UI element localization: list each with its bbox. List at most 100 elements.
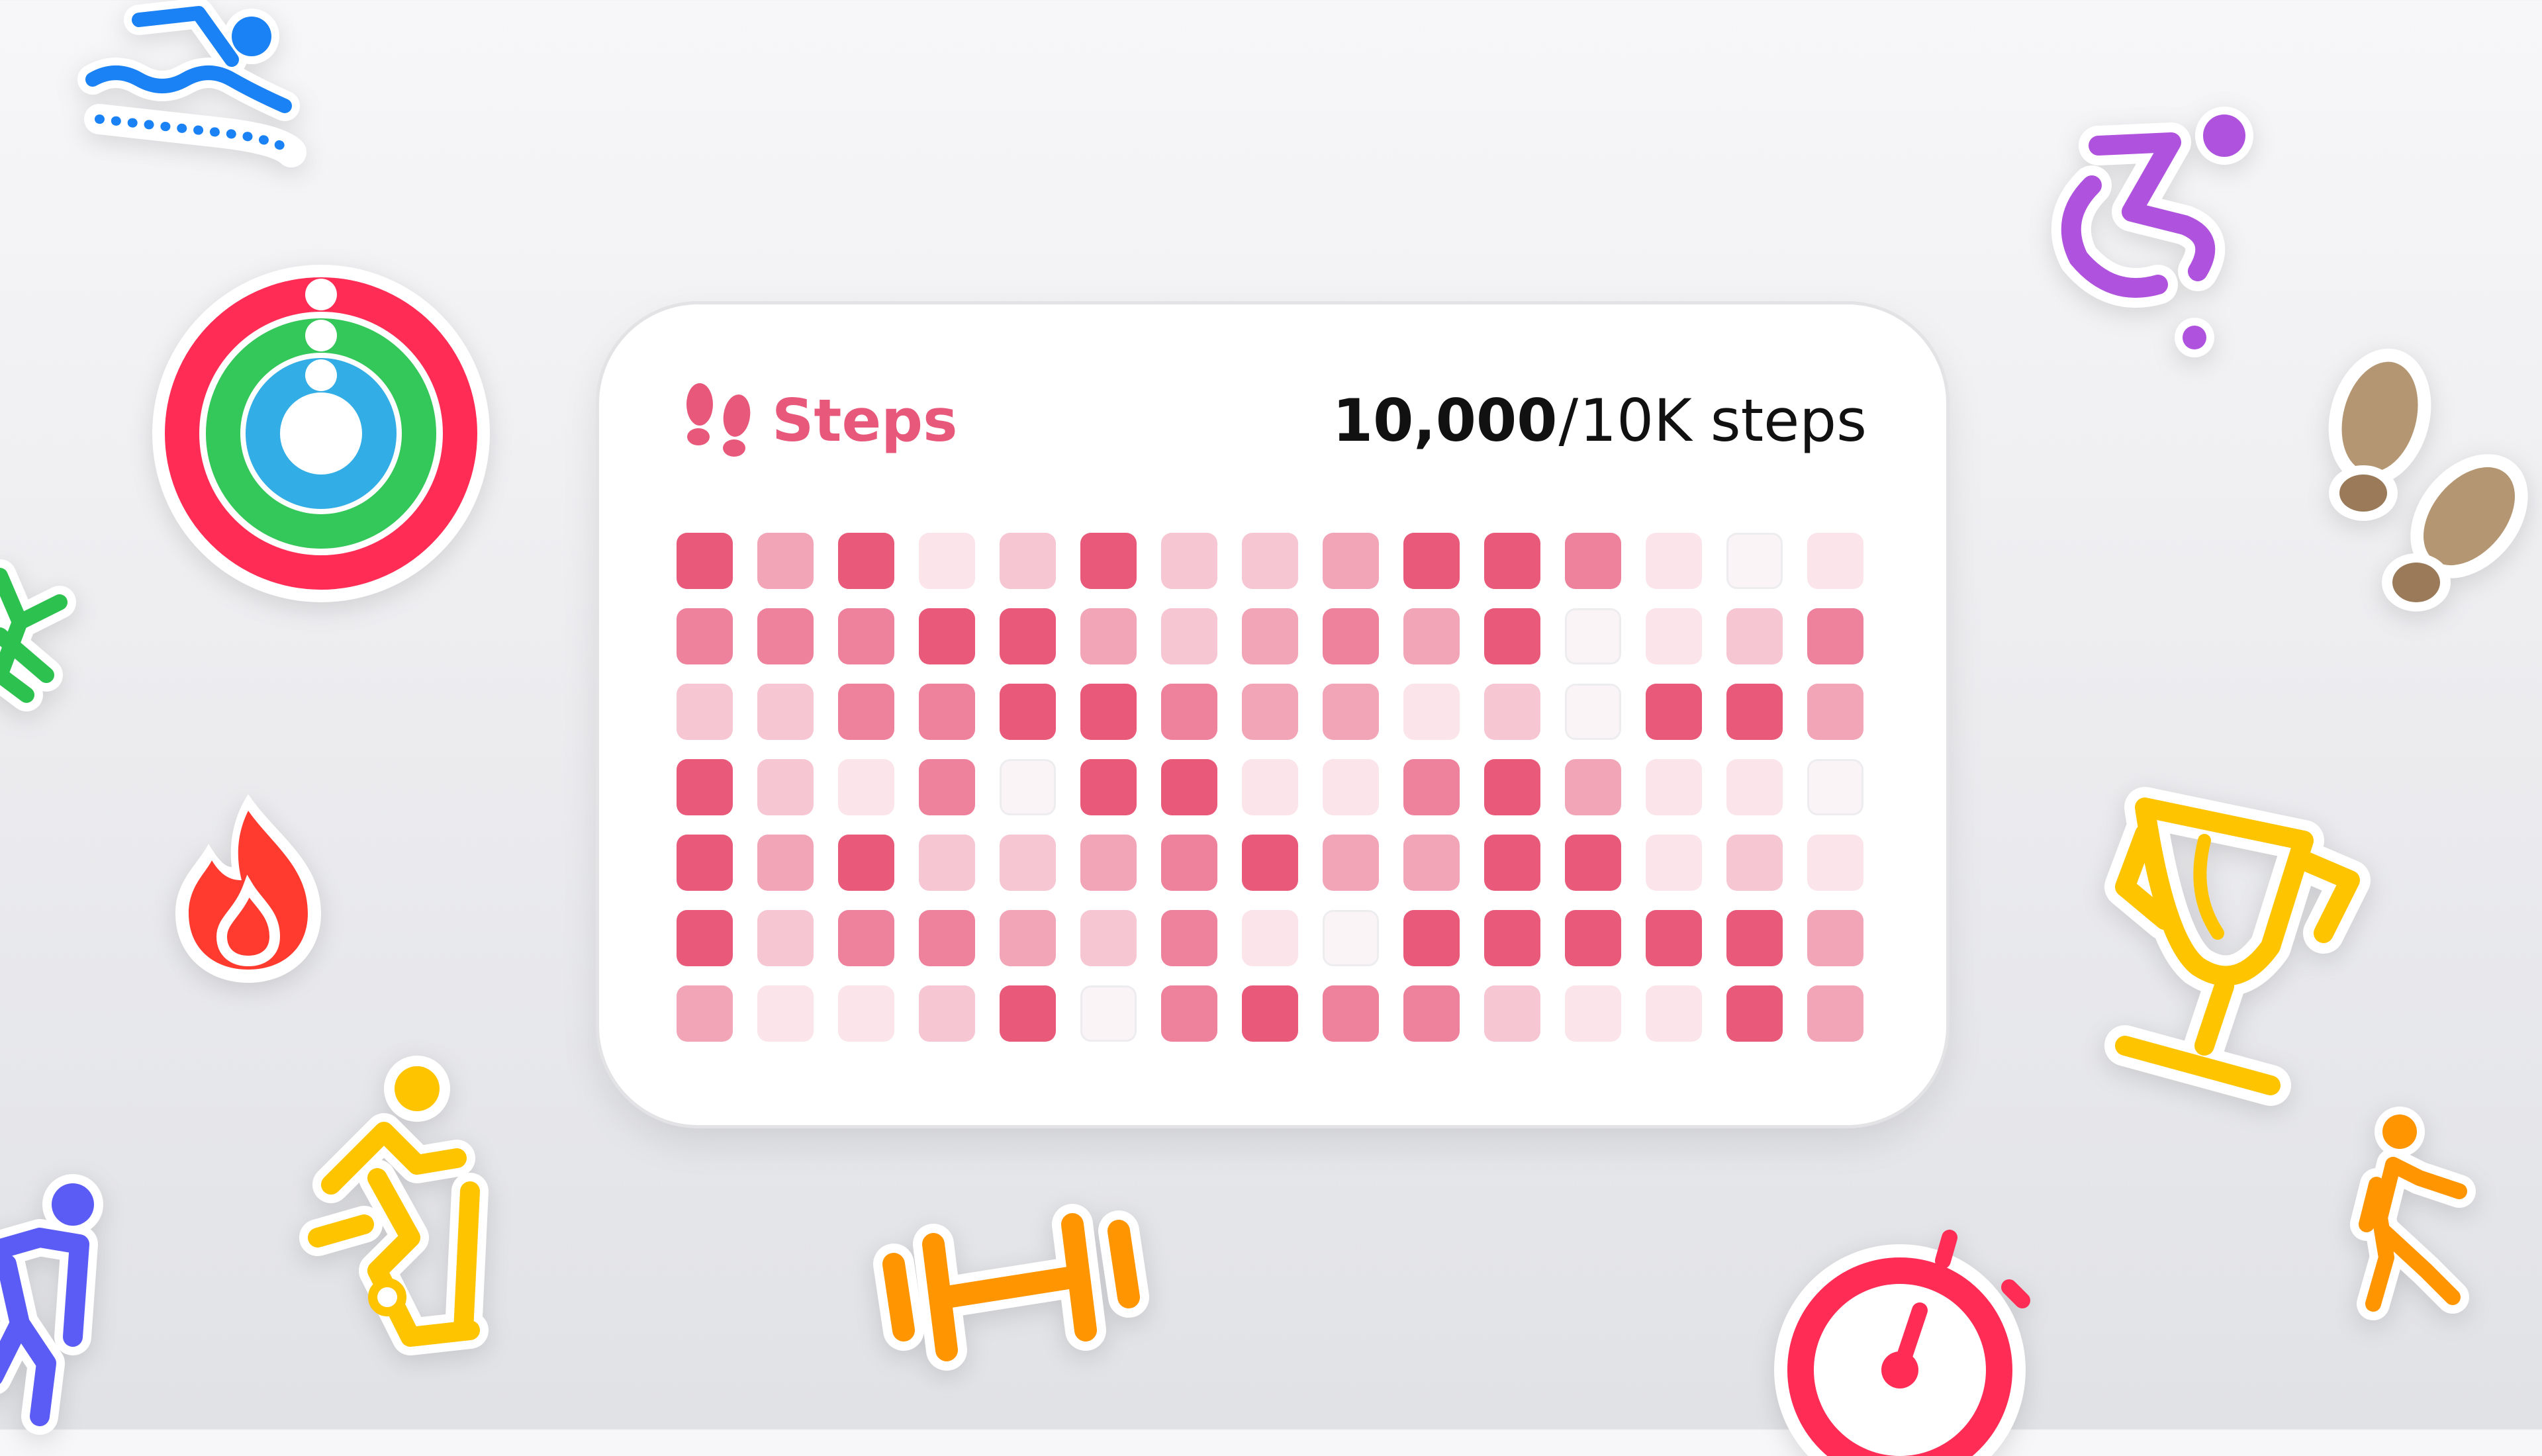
heatmap-cell — [1646, 910, 1702, 966]
heatmap-cell — [1484, 985, 1540, 1042]
heatmap-cell — [677, 608, 733, 664]
widget-title: Steps — [772, 386, 958, 455]
heatmap-cell — [1242, 759, 1298, 815]
heatmap-cell — [838, 910, 894, 966]
heatmap-cell — [1646, 608, 1702, 664]
running-icon — [0, 523, 86, 721]
heatmap-cell — [919, 985, 975, 1042]
steps-heatmap — [677, 533, 1863, 1042]
heatmap-cell — [1323, 608, 1379, 664]
heatmap-cell — [1323, 684, 1379, 740]
swimming-icon — [66, 0, 318, 172]
heatmap-cell — [677, 533, 733, 589]
heatmap-cell — [1807, 608, 1863, 664]
heatmap-cell — [1403, 985, 1460, 1042]
heatmap-cell — [1000, 910, 1056, 966]
goal-steps: 10K steps — [1579, 386, 1867, 455]
heatmap-cell — [757, 533, 814, 589]
heatmap-cell — [1646, 684, 1702, 740]
heatmap-cell — [1807, 759, 1863, 815]
heatmap-cell — [1726, 608, 1783, 664]
heatmap-cell — [1161, 759, 1217, 815]
heatmap-cell — [1403, 759, 1460, 815]
heatmap-cell — [919, 759, 975, 815]
heatmap-cell — [1000, 608, 1056, 664]
heatmap-cell — [1242, 684, 1298, 740]
stationary-bike-icon — [278, 1052, 503, 1363]
heatmap-cell — [1726, 835, 1783, 891]
heatmap-cell — [1080, 533, 1137, 589]
heatmap-cell — [757, 835, 814, 891]
step-count: 10,000/10K steps — [1333, 384, 1867, 457]
heatmap-cell — [1323, 533, 1379, 589]
heatmap-cell — [1565, 684, 1621, 740]
heatmap-cell — [838, 835, 894, 891]
heatmap-cell — [919, 533, 975, 589]
heatmap-cell — [838, 533, 894, 589]
heatmap-cell — [1242, 985, 1298, 1042]
heatmap-cell — [1242, 835, 1298, 891]
heatmap-cell — [1807, 910, 1863, 966]
heatmap-cell — [1646, 985, 1702, 1042]
heatmap-cell — [1403, 533, 1460, 589]
heatmap-cell — [1000, 835, 1056, 891]
heatmap-cell — [919, 608, 975, 664]
steps-widget[interactable]: Steps 10,000/10K steps — [599, 304, 1946, 1125]
heatmap-cell — [677, 684, 733, 740]
heatmap-cell — [1080, 835, 1137, 891]
heatmap-cell — [757, 910, 814, 966]
heatmap-cell — [1000, 533, 1056, 589]
heatmap-cell — [1080, 759, 1137, 815]
heatmap-cell — [1646, 533, 1702, 589]
heatmap-cell — [1323, 910, 1379, 966]
heatmap-cell — [919, 835, 975, 891]
heatmap-cell — [919, 910, 975, 966]
hiking-icon — [0, 1165, 132, 1435]
heatmap-cell — [838, 608, 894, 664]
heatmap-cell — [1565, 985, 1621, 1042]
heatmap-cell — [838, 985, 894, 1042]
heatmap-cell — [1323, 985, 1379, 1042]
heatmap-cell — [1403, 684, 1460, 740]
heatmap-cell — [1161, 835, 1217, 891]
heatmap-cell — [1000, 985, 1056, 1042]
heatmap-cell — [1161, 684, 1217, 740]
heatmap-cell — [757, 684, 814, 740]
heatmap-cell — [1565, 608, 1621, 664]
heatmap-cell — [1484, 910, 1540, 966]
heatmap-cell — [1565, 759, 1621, 815]
heatmap-cell — [1726, 759, 1783, 815]
heatmap-cell — [757, 608, 814, 664]
heatmap-cell — [1000, 759, 1056, 815]
footprints-icon — [2317, 348, 2529, 629]
heatmap-cell — [1323, 759, 1379, 815]
heatmap-cell — [1484, 533, 1540, 589]
heatmap-cell — [1807, 985, 1863, 1042]
heatmap-cell — [1726, 985, 1783, 1042]
flame-icon — [169, 788, 328, 986]
heatmap-cell — [1161, 608, 1217, 664]
heatmap-cell — [1726, 684, 1783, 740]
wheelchair-icon — [2046, 106, 2257, 357]
heatmap-cell — [677, 985, 733, 1042]
heatmap-cell — [677, 910, 733, 966]
heatmap-cell — [1726, 533, 1783, 589]
heatmap-cell — [677, 835, 733, 891]
heatmap-cell — [1403, 910, 1460, 966]
heatmap-cell — [1565, 910, 1621, 966]
heatmap-cell — [1080, 608, 1137, 664]
widget-title-group: Steps — [679, 381, 958, 459]
current-steps: 10,000 — [1332, 386, 1558, 455]
heatmap-cell — [1484, 684, 1540, 740]
heatmap-cell — [1080, 910, 1137, 966]
footprints-icon — [679, 381, 755, 459]
trophy-icon — [2104, 774, 2383, 1106]
dumbbell-icon — [873, 1191, 1165, 1371]
heatmap-cell — [1726, 910, 1783, 966]
heatmap-cell — [1807, 684, 1863, 740]
heatmap-cell — [757, 759, 814, 815]
heatmap-cell — [677, 759, 733, 815]
stopwatch-icon — [1774, 1230, 2052, 1456]
separator: / — [1558, 386, 1579, 455]
heatmap-cell — [838, 684, 894, 740]
